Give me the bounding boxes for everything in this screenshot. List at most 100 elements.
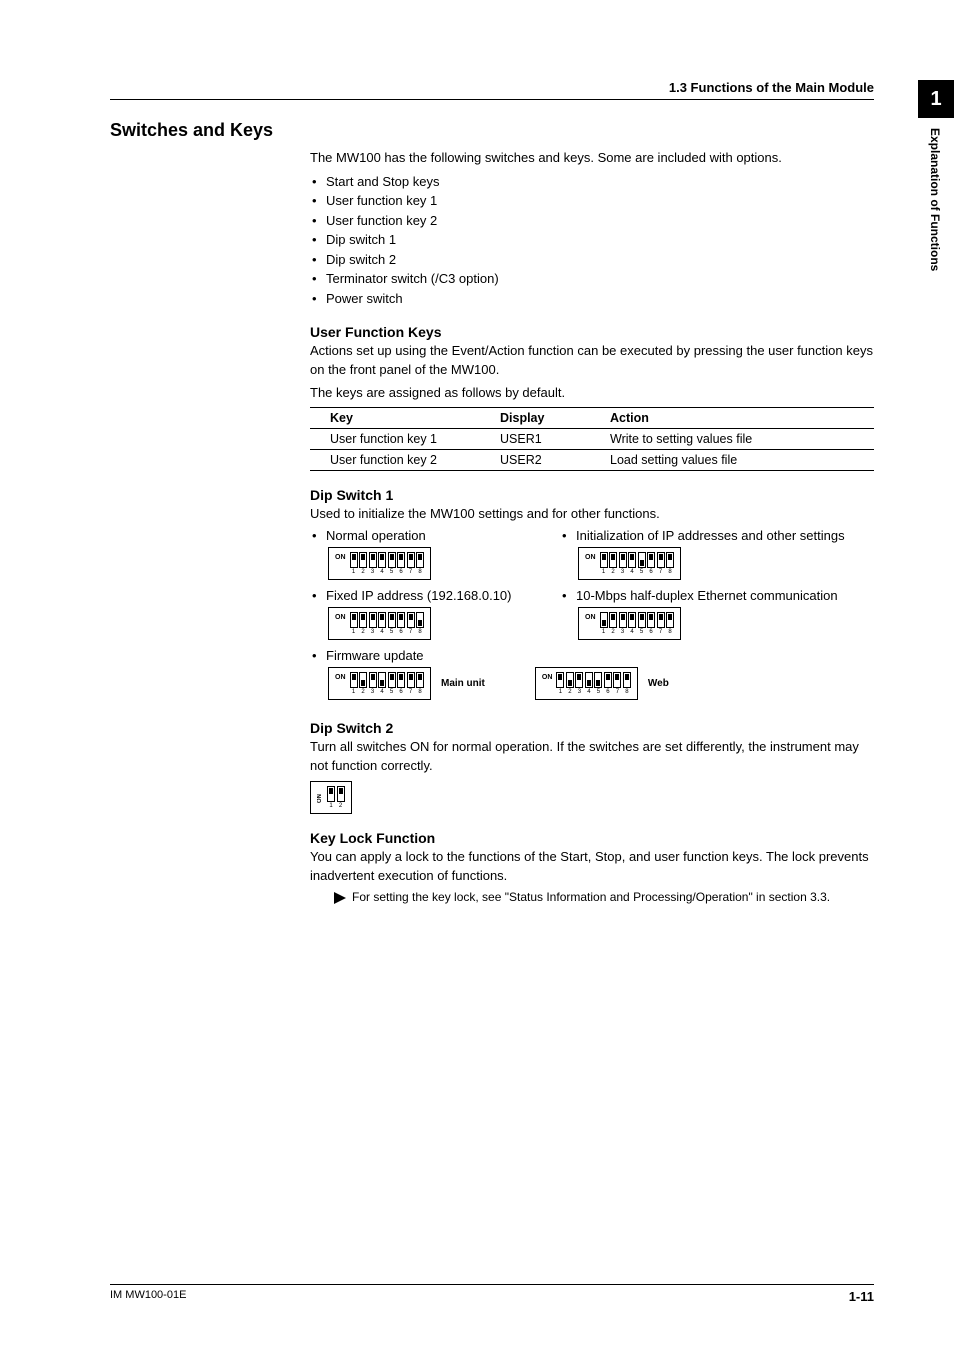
dip-switch-number: 4 <box>630 629 633 635</box>
dip-switch <box>566 672 574 688</box>
section-reference: 1.3 Functions of the Main Module <box>669 80 874 95</box>
dip-switch <box>657 552 665 568</box>
pointer-icon <box>334 892 346 904</box>
dip-switch-number: 3 <box>621 569 624 575</box>
list-item: Terminator switch (/C3 option) <box>310 269 874 289</box>
switches-list: Start and Stop keysUser function key 1Us… <box>310 172 874 309</box>
dip-switch-number: 4 <box>630 569 633 575</box>
dip-switch-number: 5 <box>390 689 393 695</box>
dip-switch <box>350 552 358 568</box>
dip-switch-number: 8 <box>668 629 671 635</box>
dip1-heading: Dip Switch 1 <box>310 487 874 503</box>
intro-paragraph: The MW100 has the following switches and… <box>310 149 874 168</box>
content-block: The MW100 has the following switches and… <box>310 149 874 904</box>
dip-switch-number: 1 <box>352 569 355 575</box>
dip-switch-number: 5 <box>597 689 600 695</box>
dip-switch-number: 5 <box>640 569 643 575</box>
dip-switch <box>628 552 636 568</box>
dip-switch-number: 6 <box>399 629 402 635</box>
dip-switch <box>369 552 377 568</box>
dip-switch-number: 8 <box>625 689 628 695</box>
ufk-heading: User Function Keys <box>310 324 874 340</box>
list-item: Dip switch 2 <box>310 250 874 270</box>
dip-switch <box>638 612 646 628</box>
dip-switch <box>378 672 386 688</box>
dip-switch <box>416 672 424 688</box>
chapter-number-tab: 1 <box>918 80 954 118</box>
dip-switch-number: 3 <box>621 629 624 635</box>
dip-switch-number: 1 <box>559 689 562 695</box>
dip2-para: Turn all switches ON for normal operatio… <box>310 738 874 776</box>
dip-switch-number: 8 <box>418 629 421 635</box>
dip-switch-number: 7 <box>409 689 412 695</box>
dip-switch-box: ON12345678 <box>535 667 638 700</box>
footer-page-number: 1-11 <box>849 1289 874 1304</box>
table-cell: Load setting values file <box>590 449 874 470</box>
dip-switch-number: 2 <box>361 689 364 695</box>
dip-switch <box>327 786 335 802</box>
dip-switch <box>575 672 583 688</box>
dip-switch-number: 2 <box>339 803 342 809</box>
list-item: Power switch <box>310 289 874 309</box>
table-row: User function key 1USER1Write to setting… <box>310 428 874 449</box>
ufk-table: Key Display Action User function key 1US… <box>310 407 874 471</box>
table-cell: User function key 1 <box>310 428 480 449</box>
dip-switch-number: 4 <box>380 689 383 695</box>
dip-switch-number: 6 <box>649 569 652 575</box>
page-footer: IM MW100-01E 1-11 <box>110 1284 874 1304</box>
dip2-heading: Dip Switch 2 <box>310 720 874 736</box>
dip-switch <box>337 786 345 802</box>
table-cell: User function key 2 <box>310 449 480 470</box>
dip-switch-number: 5 <box>390 629 393 635</box>
dip-switch <box>638 552 646 568</box>
dip-switch <box>359 672 367 688</box>
dip-on-label: ON <box>335 674 346 681</box>
keylock-heading: Key Lock Function <box>310 830 874 846</box>
page-body: 1.3 Functions of the Main Module Switche… <box>0 0 954 964</box>
dip-switch <box>416 612 424 628</box>
keylock-note: For setting the key lock, see "Status In… <box>334 890 874 904</box>
dip-switch-number: 3 <box>371 689 374 695</box>
dip1-fw-label: Firmware update <box>310 648 874 663</box>
dip1-tenm-label: 10-Mbps half-duplex Ethernet communicati… <box>560 588 874 603</box>
dip-switch-number: 3 <box>371 629 374 635</box>
dip-switch-number: 6 <box>399 569 402 575</box>
dip1-normal-label: Normal operation <box>310 528 560 543</box>
dip-switch-box: ON12345678 <box>578 547 681 580</box>
table-row: User function key 2USER2Load setting val… <box>310 449 874 470</box>
table-cell: USER2 <box>480 449 590 470</box>
ufk-col-action: Action <box>590 407 874 428</box>
dip-switch-number: 2 <box>568 689 571 695</box>
dip-switch-number: 1 <box>602 569 605 575</box>
dip-switch-number: 3 <box>578 689 581 695</box>
dip-switch <box>407 612 415 628</box>
dip-switch <box>388 552 396 568</box>
dip-switch <box>600 612 608 628</box>
ufk-para1: Actions set up using the Event/Action fu… <box>310 342 874 380</box>
dip-switch-number: 8 <box>668 569 671 575</box>
dip-switch-number: 4 <box>380 569 383 575</box>
dip-switch <box>619 552 627 568</box>
dip-switch-box: ON12 <box>310 781 352 814</box>
dip1-grid: Normal operation ON12345678 Initializati… <box>310 528 874 704</box>
dip-switch-number: 2 <box>361 629 364 635</box>
keylock-para: You can apply a lock to the functions of… <box>310 848 874 886</box>
dip-switch <box>628 612 636 628</box>
dip1-fw-main-label: Main unit <box>441 678 485 689</box>
dip-switch-number: 7 <box>616 689 619 695</box>
dip-switch-number: 2 <box>611 569 614 575</box>
dip-switch-number: 7 <box>659 569 662 575</box>
dip-switch-number: 7 <box>409 629 412 635</box>
dip-switch <box>613 672 621 688</box>
ufk-col-key: Key <box>310 407 480 428</box>
dip-switch <box>666 612 674 628</box>
dip-switch-number: 6 <box>649 629 652 635</box>
section-title: Switches and Keys <box>110 120 874 141</box>
dip-switch <box>369 672 377 688</box>
dip-switch <box>369 612 377 628</box>
list-item: User function key 1 <box>310 191 874 211</box>
dip-switch-number: 8 <box>418 689 421 695</box>
dip-switch <box>397 552 405 568</box>
dip-switch <box>407 672 415 688</box>
dip-switch-number: 8 <box>418 569 421 575</box>
